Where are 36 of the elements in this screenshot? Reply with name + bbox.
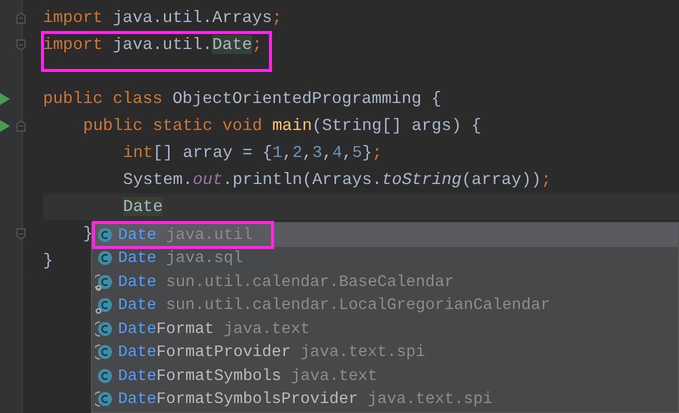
completion-item[interactable]: DateFormat java.text	[92, 317, 678, 340]
completion-item[interactable]: DateFormatSymbols java.text	[92, 364, 678, 388]
code-line: }	[43, 251, 53, 270]
run-icon[interactable]	[0, 92, 10, 104]
class-icon	[95, 390, 113, 408]
completion-text: DateFormatProvider java.text.spi	[118, 343, 426, 362]
code-line: System.out.println(Arrays.toString(array));	[123, 170, 552, 189]
fold-icon[interactable]	[16, 12, 26, 24]
fold-icon[interactable]	[16, 120, 26, 132]
class-icon	[95, 366, 113, 385]
class-gear-icon	[95, 272, 113, 291]
fold-icon[interactable]	[16, 38, 26, 50]
class-icon	[95, 226, 113, 244]
run-icon[interactable]	[0, 120, 10, 132]
code-line: int[] array = {1,2,3,4,5};	[123, 143, 382, 162]
code-line: import java.util.Arrays;	[43, 8, 282, 27]
completion-item[interactable]: DateFormatProvider java.text.spi	[92, 340, 678, 364]
completion-text: DateFormatSymbolsProvider java.text.spi	[118, 390, 492, 408]
completion-item[interactable]: Date sun.util.calendar.BaseCalendar	[92, 270, 678, 294]
completion-text: Date sun.util.calendar.BaseCalendar	[118, 272, 454, 291]
code-line: }	[83, 224, 93, 243]
class-gear-icon	[95, 296, 113, 314]
code-line: public static void main(String[] args) {	[83, 116, 482, 135]
class-icon	[95, 249, 113, 268]
completion-text: Date sun.util.calendar.LocalGregorianCalendar	[118, 296, 550, 314]
code-line: public class ObjectOrientedProgramming {	[43, 89, 442, 108]
completion-text: Date java.sql	[118, 249, 243, 268]
class-icon	[95, 343, 113, 362]
completion-item[interactable]: DateFormatSymbolsProvider java.text.spi	[92, 388, 678, 411]
fold-icon[interactable]	[16, 228, 26, 240]
completion-item[interactable]: Date sun.util.calendar.LocalGregorianCalendar	[92, 294, 678, 317]
code-line: import java.util.Date;	[43, 35, 262, 54]
completion-item[interactable]: Date java.sql	[92, 246, 678, 270]
completion-text: DateFormatSymbols java.text	[118, 366, 378, 385]
completion-text: DateFormat java.text	[118, 320, 310, 338]
class-icon	[95, 320, 113, 338]
